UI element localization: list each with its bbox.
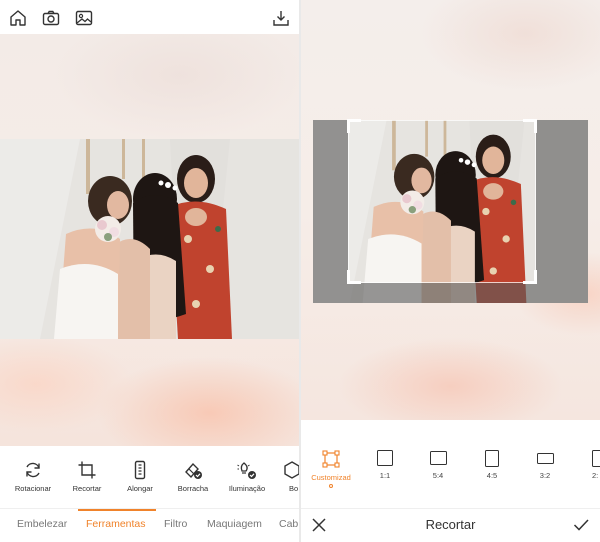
active-indicator bbox=[329, 484, 333, 488]
rotate-icon bbox=[26, 462, 40, 478]
ratio-1-1-icon bbox=[377, 450, 393, 466]
gallery-icon[interactable] bbox=[75, 9, 93, 27]
crop-handle-bottom-left[interactable] bbox=[347, 270, 361, 284]
tab-embelezar[interactable]: Embelezar bbox=[17, 518, 67, 530]
crop-dim-bottom bbox=[348, 283, 536, 303]
ratio-3-2[interactable]: 3:2 bbox=[532, 446, 558, 480]
ratio-custom[interactable]: Customizad bbox=[309, 446, 353, 488]
custom-crop-icon bbox=[322, 450, 340, 468]
tool-label: Recortar bbox=[72, 484, 102, 493]
crop-icon bbox=[78, 461, 96, 479]
tab-ferramentas[interactable]: Ferramentas bbox=[86, 518, 146, 530]
ratio-4-5[interactable]: 4:5 bbox=[479, 446, 505, 480]
ratio-5-4[interactable]: 5:4 bbox=[425, 446, 451, 480]
crop-screen: Customizad 1:1 5:4 4:5 3:2 2: Recortar bbox=[301, 0, 600, 542]
ratio-label: 4:5 bbox=[486, 471, 498, 480]
crop-handle-top-left[interactable] bbox=[347, 119, 361, 133]
top-toolbar bbox=[0, 0, 299, 34]
tool-crop[interactable]: Recortar bbox=[57, 452, 117, 493]
ratio-label: 5:4 bbox=[432, 471, 444, 480]
tools-bar: Rotacionar Recortar Alongar Borracha Ilu… bbox=[0, 452, 299, 502]
photo-canvas bbox=[0, 34, 299, 446]
crop-canvas bbox=[301, 0, 600, 420]
photo-image bbox=[0, 139, 299, 339]
lighting-icon bbox=[237, 462, 256, 479]
crop-title: Recortar bbox=[425, 517, 476, 532]
tab-cabelo[interactable]: Cab bbox=[279, 518, 298, 530]
check-icon[interactable] bbox=[573, 517, 589, 533]
tool-label: Bo bbox=[289, 484, 299, 493]
stretch-icon bbox=[134, 460, 146, 480]
ratio-label: 1:1 bbox=[379, 471, 391, 480]
cube-icon bbox=[284, 461, 299, 479]
ratio-label: 2: bbox=[592, 471, 599, 480]
tool-partial[interactable]: Bo bbox=[268, 452, 299, 493]
tool-stretch[interactable]: Alongar bbox=[110, 452, 170, 493]
aspect-ratio-options: Customizad 1:1 5:4 4:5 3:2 2: bbox=[301, 446, 600, 488]
ratio-2-3-icon bbox=[592, 450, 600, 467]
tool-label: Alongar bbox=[127, 484, 153, 493]
download-icon[interactable] bbox=[272, 9, 290, 27]
crop-frame[interactable] bbox=[347, 119, 537, 284]
tab-maquiagem[interactable]: Maquiagem bbox=[207, 518, 262, 530]
ratio-2-3[interactable]: 2: bbox=[586, 446, 600, 480]
tool-eraser[interactable]: Borracha bbox=[163, 452, 223, 493]
ratio-label: Customizad bbox=[311, 473, 351, 482]
crop-dim-left bbox=[313, 120, 348, 303]
ratio-5-4-icon bbox=[429, 451, 447, 465]
edited-photo bbox=[0, 139, 299, 339]
ratio-label: 3:2 bbox=[539, 471, 551, 480]
tool-label: Borracha bbox=[177, 484, 209, 493]
crop-handle-bottom-right[interactable] bbox=[523, 270, 537, 284]
crop-action-bar: Recortar bbox=[301, 508, 600, 542]
ratio-4-5-icon bbox=[485, 450, 499, 467]
camera-icon[interactable] bbox=[42, 9, 60, 27]
crop-handle-top-right[interactable] bbox=[523, 119, 537, 133]
crop-dim-right bbox=[536, 120, 588, 303]
tab-filtro[interactable]: Filtro bbox=[164, 518, 187, 530]
category-tabs: Embelezar Ferramentas Filtro Maquiagem C… bbox=[0, 508, 299, 538]
eraser-icon bbox=[185, 462, 202, 479]
tool-rotate[interactable]: Rotacionar bbox=[3, 452, 63, 493]
ratio-1-1[interactable]: 1:1 bbox=[373, 446, 397, 480]
active-tab-indicator bbox=[78, 509, 156, 511]
tool-label: Rotacionar bbox=[14, 484, 52, 493]
ratio-3-2-icon bbox=[536, 453, 554, 464]
home-icon[interactable] bbox=[9, 9, 27, 27]
editor-tools-screen: Rotacionar Recortar Alongar Borracha Ilu… bbox=[0, 0, 299, 542]
